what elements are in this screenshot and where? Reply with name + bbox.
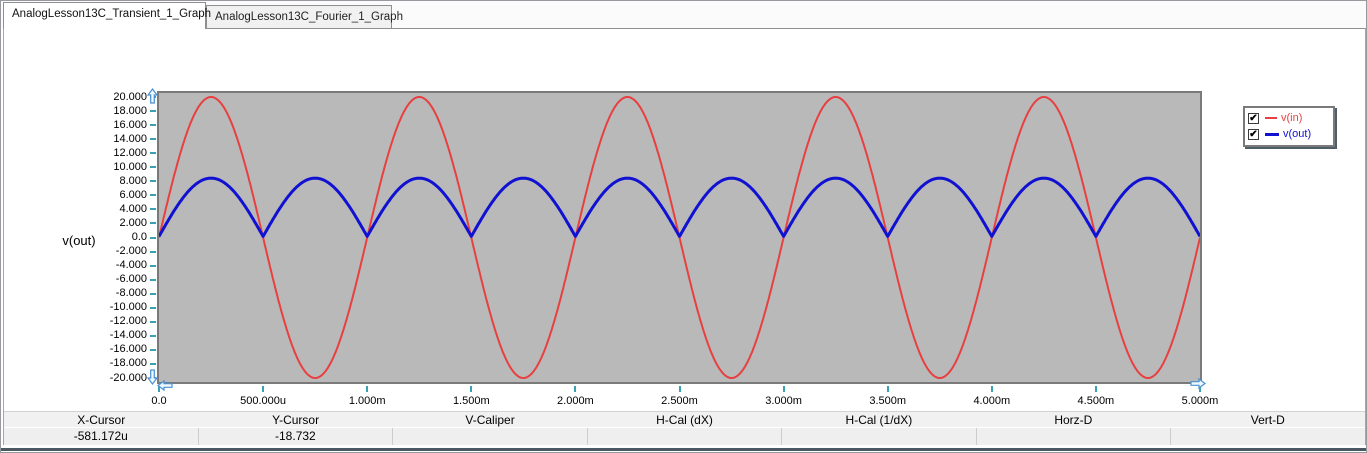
x-tick-mark <box>990 386 993 392</box>
y-tick-mark <box>150 320 156 323</box>
y-tick-label: -10.000 <box>109 301 147 314</box>
legend-color-dash <box>1265 132 1279 136</box>
y-tick-mark <box>150 348 156 351</box>
measure-col-value: -581.172u <box>73 429 128 443</box>
y-tick-label: -12.000 <box>109 315 147 328</box>
y-tick-mark <box>150 166 156 169</box>
y-tick-label: 14.000 <box>113 132 147 145</box>
legend-box[interactable]: ✔ v(in) ✔ v(out) <box>1243 106 1335 147</box>
measure-col-value: -18.732 <box>197 428 393 445</box>
y-tick-label: -14.000 <box>109 329 147 342</box>
y-tick-label: 2.000 <box>119 216 147 229</box>
x-tick-label: 2.000m <box>557 395 594 407</box>
measure-col-label: H-Cal (dX) <box>656 413 713 427</box>
y-tick-mark <box>150 138 156 141</box>
y-tick-mark <box>150 278 156 281</box>
x-tick-mark <box>262 386 265 392</box>
y-tick-label: 6.000 <box>119 188 147 201</box>
measure-col-label: V-Caliper <box>465 413 515 427</box>
measure-col-label: H-Cal (1/dX) <box>845 413 913 427</box>
x-tick-label: 1.500m <box>452 395 490 407</box>
y-tick-mark <box>150 236 156 239</box>
y-tick-mark <box>150 306 156 309</box>
measure-col-label: Vert-D <box>1250 413 1285 427</box>
y-tick-label: 16.000 <box>113 118 147 131</box>
y-axis-title: v(out) <box>62 233 96 248</box>
y-tick-label: 10.000 <box>113 160 147 173</box>
y-tick-mark <box>150 110 156 113</box>
x-tick-mark <box>782 386 785 392</box>
x-tick-label: 500.000u <box>240 395 287 407</box>
measure-col-value <box>1170 428 1365 445</box>
x-tick-label: 3.500m <box>869 395 907 407</box>
tab-fourier-graph[interactable]: AnalogLesson13C_Fourier_1_Graph <box>206 5 403 28</box>
legend-color-dash <box>1265 117 1277 119</box>
x-tick-mark <box>470 386 473 392</box>
graph-tab-bar: AnalogLesson13C_Transient_1_Graph Analog… <box>1 1 1366 29</box>
y-tick-label: -20.000 <box>109 371 147 384</box>
y-tick-label: 20.000 <box>113 90 147 103</box>
graph-panel: 20.000 18.000 16.000 14.000 12.000 10.000 8.00… <box>3 28 1366 445</box>
measure-col-value <box>392 428 587 445</box>
legend-entry-vin: ✔ v(in) <box>1248 110 1327 126</box>
y-tick-mark <box>150 180 156 183</box>
measure-col-value <box>781 428 976 445</box>
y-tick-mark <box>150 264 156 267</box>
checkbox-checked-icon[interactable]: ✔ <box>1248 128 1259 140</box>
x-tick-mark <box>574 386 577 392</box>
x-tick-label: 4.500m <box>1077 395 1115 407</box>
y-tick-mark <box>150 124 156 127</box>
y-tick-label: -4.000 <box>115 259 147 272</box>
y-tick-label: 12.000 <box>113 146 147 159</box>
x-tick-label: 0.0 <box>151 395 167 407</box>
measure-col-value <box>586 428 782 445</box>
x-tick-mark <box>1094 386 1097 392</box>
pan-up-arrow[interactable] <box>147 88 158 104</box>
y-tick-label: -6.000 <box>115 273 147 286</box>
x-tick-mark <box>678 386 681 392</box>
y-tick-mark <box>150 194 156 197</box>
legend-label: v(in) <box>1281 112 1303 124</box>
y-tick-mark <box>150 362 156 365</box>
y-tick-mark <box>150 152 156 155</box>
pan-right-arrow[interactable] <box>1190 378 1206 389</box>
y-tick-mark <box>150 222 156 225</box>
y-tick-label: -8.000 <box>115 287 147 300</box>
graph-window: AnalogLesson13C_Transient_1_Graph Analog… <box>0 0 1367 453</box>
plot-area[interactable] <box>157 91 1202 384</box>
trace-vout <box>159 176 1200 238</box>
pan-left-arrow[interactable] <box>157 380 173 391</box>
x-tick-label: 1.000m <box>348 395 386 407</box>
y-tick-mark <box>150 208 156 211</box>
y-tick-label: 4.000 <box>119 202 147 215</box>
window-bottom-edge <box>1 448 1366 451</box>
y-tick-mark <box>150 250 156 253</box>
x-tick-mark <box>886 386 889 392</box>
y-tick-label: -18.000 <box>109 357 147 370</box>
y-tick-label: -16.000 <box>109 343 147 356</box>
x-tick-mark <box>366 386 369 392</box>
y-tick-label: 8.000 <box>119 174 147 187</box>
measurement-value-row: -581.172u -18.732 <box>4 427 1365 445</box>
checkbox-checked-icon[interactable]: ✔ <box>1248 112 1259 124</box>
waveform-canvas <box>159 96 1200 379</box>
x-tick-label: 3.000m <box>765 395 802 407</box>
measure-col-value <box>975 428 1171 445</box>
measure-col-label: X-Cursor <box>77 413 126 427</box>
legend-label: v(out) <box>1283 128 1312 140</box>
y-tick-mark <box>150 292 156 295</box>
y-tick-mark <box>150 334 156 337</box>
measure-col-label: Y-Cursor <box>272 413 320 427</box>
measure-col-label: Horz-D <box>1054 413 1093 427</box>
x-tick-label: 4.000m <box>973 395 1011 407</box>
legend-entry-vout: ✔ v(out) <box>1248 126 1327 142</box>
measurement-header-row: X-Cursor Y-Cursor V-Caliper H-Cal (dX) H-Cal… <box>4 411 1365 427</box>
x-tick-label: 5.000m <box>1181 395 1219 407</box>
y-tick-label: 18.000 <box>113 104 147 117</box>
tab-transient-graph[interactable]: AnalogLesson13C_Transient_1_Graph <box>3 2 211 29</box>
x-tick-label: 2.500m <box>661 395 698 407</box>
